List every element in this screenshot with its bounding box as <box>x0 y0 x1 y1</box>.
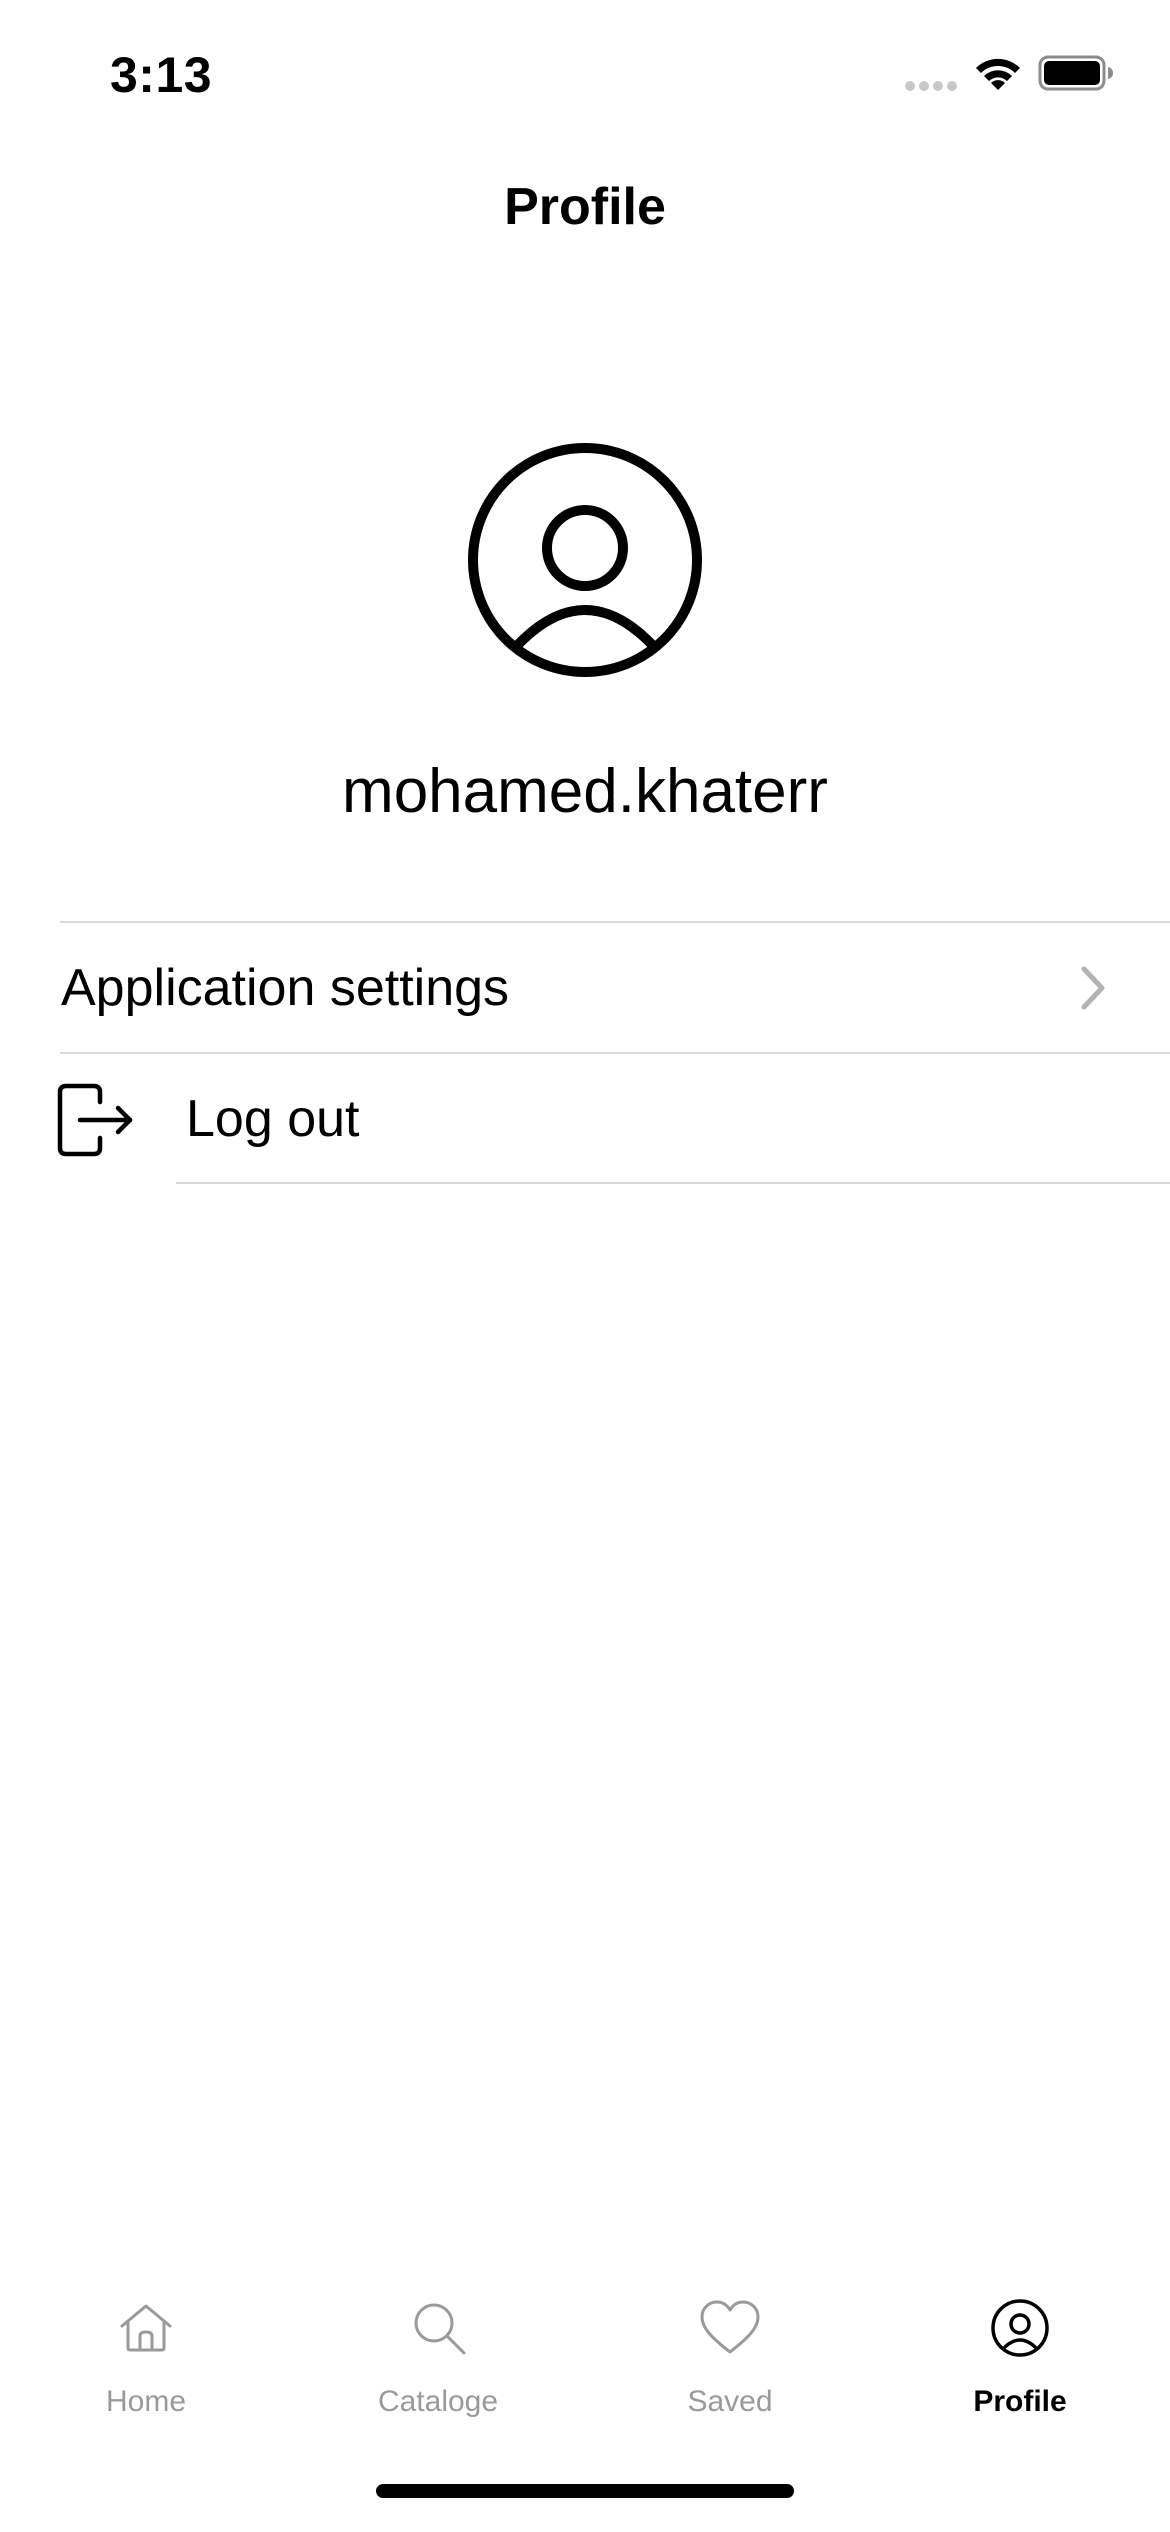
chevron-right-icon <box>1081 966 1105 1010</box>
page-title: Profile <box>504 178 666 236</box>
divider <box>176 1182 1170 1184</box>
tab-bar: Home Cataloge Saved Profile <box>0 2280 1170 2450</box>
search-icon <box>414 2303 466 2355</box>
heart-icon <box>700 2300 760 2354</box>
home-indicator <box>376 2484 794 2498</box>
status-bar: 3:13 <box>0 0 1170 140</box>
logout-icon <box>57 1083 133 1157</box>
log-out-label: Log out <box>186 1090 360 1148</box>
cellular-signal-icon <box>905 81 957 91</box>
username: mohamed.khaterr <box>342 757 828 826</box>
wifi-icon <box>976 58 1020 90</box>
battery-icon <box>1038 55 1113 91</box>
tab-profile-label: Profile <box>973 2385 1067 2418</box>
tab-catalog-label: Cataloge <box>377 2385 499 2418</box>
log-out-row[interactable]: Log out <box>0 1054 1170 1182</box>
tab-profile[interactable]: Profile <box>874 2280 1166 2450</box>
tab-catalog[interactable]: Cataloge <box>292 2280 584 2450</box>
home-icon <box>120 2304 172 2352</box>
status-time: 3:13 <box>110 47 213 103</box>
tab-saved[interactable]: Saved <box>584 2280 876 2450</box>
application-settings-label: Application settings <box>61 959 510 1017</box>
person-circle-icon <box>991 2299 1049 2357</box>
application-settings-row[interactable]: Application settings <box>0 923 1170 1052</box>
person-circle-icon <box>468 443 702 677</box>
tab-home[interactable]: Home <box>0 2280 292 2450</box>
tab-home-label: Home <box>105 2385 187 2418</box>
tab-saved-label: Saved <box>687 2385 773 2418</box>
